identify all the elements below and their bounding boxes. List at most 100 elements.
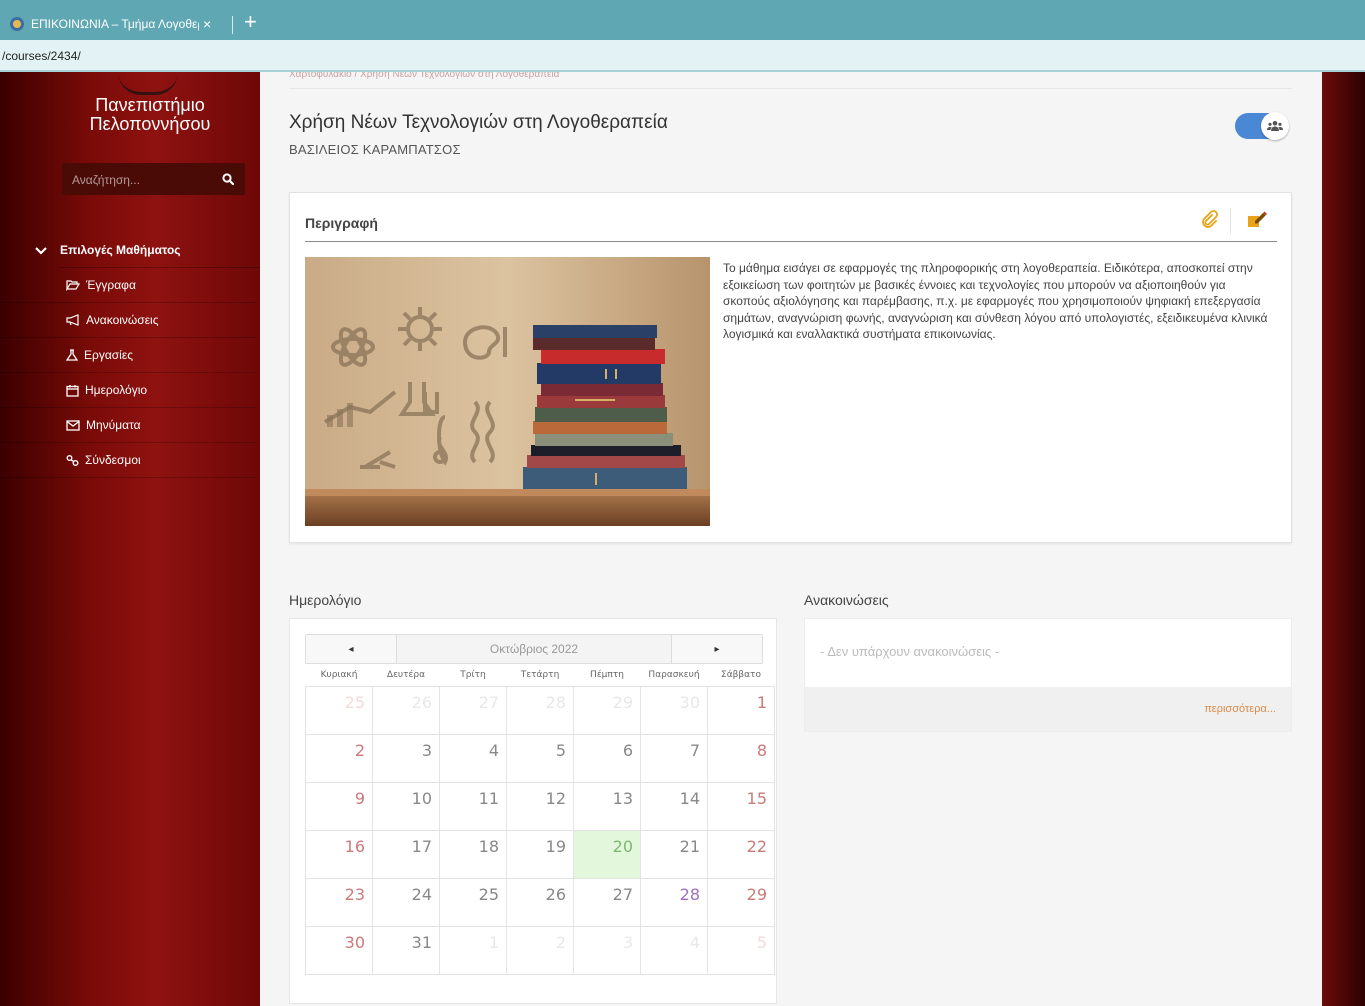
calendar-weekday-row: Κυριακή Δευτέρα Τρίτη Τετάρτη Πέμπτη Παρ… (306, 664, 775, 687)
calendar-day[interactable]: 8 (707, 734, 775, 783)
sidebar-item-assignments[interactable]: Εργασίες (0, 338, 256, 373)
toggle-knob (1261, 112, 1289, 140)
search-box (62, 163, 245, 197)
sidebar-item-label: Έγγραφα (86, 278, 136, 292)
flask-icon (66, 349, 78, 361)
browser-tab-bar: ΕΠΙΚΟΙΝΩΝΙΑ – Τμήμα Λογοθερ × + (0, 0, 1365, 40)
university-name[interactable]: Πανεπιστήμιο Πελοποννήσου (70, 96, 230, 134)
calendar-day[interactable]: 6 (573, 734, 641, 783)
tab-close-icon[interactable]: × (203, 16, 211, 32)
calendar-day[interactable]: 2 (506, 926, 574, 975)
bullhorn-icon (66, 314, 79, 326)
calendar-day[interactable]: 24 (372, 878, 440, 927)
url-text[interactable]: /courses/2434/ (2, 49, 81, 63)
calendar-day[interactable]: 25 (305, 686, 373, 735)
calendar-day[interactable]: 30 (305, 926, 373, 975)
caret-left-icon: ◂ (348, 643, 354, 655)
link-icon (66, 454, 79, 466)
address-bar[interactable]: /courses/2434/ (0, 40, 1365, 72)
announcements-more-link[interactable]: περισσότερα... (1204, 703, 1276, 715)
edit-icon[interactable] (1247, 210, 1267, 228)
university-logo[interactable] (118, 72, 178, 95)
calendar-day[interactable]: 25 (439, 878, 507, 927)
course-image (305, 257, 710, 526)
calendar-day[interactable]: 27 (573, 878, 641, 927)
calendar-day[interactable]: 12 (506, 782, 574, 831)
new-tab-button[interactable]: + (244, 10, 257, 34)
site-favicon-icon (10, 17, 24, 31)
browser-tab[interactable]: ΕΠΙΚΟΙΝΩΝΙΑ – Τμήμα Λογοθερ × (0, 8, 228, 40)
sidebar-item-messages[interactable]: Μηνύματα (0, 408, 256, 443)
calendar-day[interactable]: 29 (573, 686, 641, 735)
calendar-prev-button[interactable]: ◂ (306, 635, 397, 663)
calendar-day[interactable]: 9 (305, 782, 373, 831)
calendar-day[interactable]: 7 (640, 734, 708, 783)
page-background-right (1322, 72, 1365, 1006)
sidebar-item-label: Μηνύματα (86, 418, 141, 432)
page-title: Χρήση Νέων Τεχνολογιών στη Λογοθεραπεία (289, 112, 668, 133)
calendar-week: 25 26 27 28 29 30 1 (305, 686, 775, 735)
calendar-grid: Κυριακή Δευτέρα Τρίτη Τετάρτη Πέμπτη Παρ… (305, 664, 775, 975)
sidebar-item-label: Ανακοινώσεις (86, 313, 159, 327)
calendar-day[interactable]: 1 (439, 926, 507, 975)
calendar-day[interactable]: 19 (506, 830, 574, 879)
calendar-day[interactable]: 10 (372, 782, 440, 831)
calendar-day[interactable]: 4 (640, 926, 708, 975)
calendar-header: ◂ Οκτώβριος 2022 ▸ (305, 634, 763, 664)
paperclip-icon[interactable] (1200, 210, 1218, 228)
calendar-day[interactable]: 29 (707, 878, 775, 927)
weekday-label: Πέμπτη (590, 670, 624, 680)
calendar-day-event[interactable]: 28 (640, 878, 708, 927)
search-input[interactable] (62, 163, 224, 197)
calendar-day[interactable]: 22 (707, 830, 775, 879)
calendar-day[interactable]: 16 (305, 830, 373, 879)
calendar-day[interactable]: 30 (640, 686, 708, 735)
calendar-day[interactable]: 4 (439, 734, 507, 783)
breadcrumb-divider (289, 88, 1292, 89)
calendar-day[interactable]: 28 (506, 686, 574, 735)
calendar-day[interactable]: 27 (439, 686, 507, 735)
calendar-week: 9 10 11 12 13 14 15 (305, 782, 775, 831)
calendar-day[interactable]: 26 (506, 878, 574, 927)
folder-open-icon (66, 280, 80, 291)
description-title: Περιγραφή (305, 215, 378, 231)
description-divider (305, 241, 1277, 242)
calendar-day[interactable]: 31 (372, 926, 440, 975)
breadcrumb[interactable]: Χαρτοφυλάκιο / Χρήση Νέων Τεχνολογιών στ… (289, 72, 559, 82)
announcements-footer: περισσότερα... (805, 687, 1291, 731)
announcements-panel: - Δεν υπάρχουν ανακοινώσεις - περισσότερ… (804, 618, 1292, 732)
calendar-day[interactable]: 15 (707, 782, 775, 831)
calendar-day[interactable]: 23 (305, 878, 373, 927)
calendar-day[interactable]: 1 (707, 686, 775, 735)
calendar-day[interactable]: 13 (573, 782, 641, 831)
search-button[interactable] (211, 163, 245, 195)
view-mode-toggle[interactable] (1235, 112, 1291, 140)
sidebar-item-documents[interactable]: Έγγραφα (0, 268, 256, 303)
course-menu-header[interactable]: Επιλογές Μαθήματος (35, 232, 260, 268)
weekday-label: Δευτέρα (386, 670, 426, 680)
calendar-day[interactable]: 11 (439, 782, 507, 831)
university-name-line2: Πελοποννήσου (89, 114, 211, 134)
calendar-day[interactable]: 21 (640, 830, 708, 879)
users-icon (1267, 121, 1283, 131)
announcements-empty-text: - Δεν υπάρχουν ανακοινώσεις - (820, 644, 1000, 659)
calendar-day-today[interactable]: 20 (573, 830, 641, 879)
calendar-week: 2 3 4 5 6 7 8 (305, 734, 775, 783)
sidebar-item-announcements[interactable]: Ανακοινώσεις (0, 303, 256, 338)
calendar-day[interactable]: 14 (640, 782, 708, 831)
calendar-day[interactable]: 26 (372, 686, 440, 735)
sidebar-item-links[interactable]: Σύνδεσμοι (0, 443, 256, 478)
sidebar: Πανεπιστήμιο Πελοποννήσου Επιλογές Μαθήμ… (0, 72, 260, 1006)
calendar-next-button[interactable]: ▸ (671, 635, 762, 663)
calendar-day[interactable]: 5 (506, 734, 574, 783)
calendar-day[interactable]: 3 (372, 734, 440, 783)
tab-divider (232, 16, 233, 34)
calendar-day[interactable]: 17 (372, 830, 440, 879)
sidebar-item-calendar[interactable]: Ημερολόγιο (0, 373, 256, 408)
calendar-day[interactable]: 3 (573, 926, 641, 975)
calendar-day[interactable]: 18 (439, 830, 507, 879)
calendar-day[interactable]: 2 (305, 734, 373, 783)
course-menu: Έγγραφα Ανακοινώσεις Εργασίες Ημερολόγιο… (0, 268, 260, 478)
tab-title: ΕΠΙΚΟΙΝΩΝΙΑ – Τμήμα Λογοθερ (31, 17, 199, 31)
calendar-day[interactable]: 5 (707, 926, 775, 975)
